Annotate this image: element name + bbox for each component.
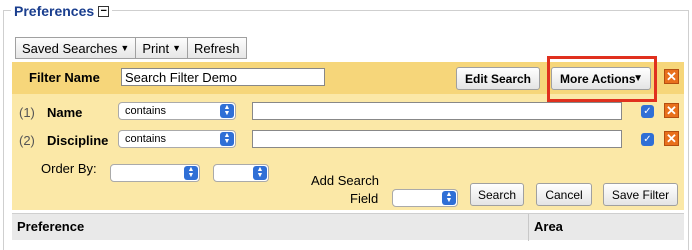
- search-button[interactable]: Search: [470, 183, 524, 206]
- operator-value: contains: [125, 105, 166, 117]
- enabled-checkbox[interactable]: ✓: [641, 105, 654, 118]
- dropdown-arrow-icon: ▼: [172, 43, 181, 53]
- operator-select[interactable]: contains ▲ ▼: [118, 130, 236, 148]
- select-arrows-icon: ▲ ▼: [220, 104, 234, 118]
- column-header-area[interactable]: Area: [534, 219, 563, 234]
- saved-searches-button[interactable]: Saved Searches ▼: [15, 37, 137, 59]
- column-header-preference[interactable]: Preference: [17, 219, 84, 234]
- enabled-checkbox[interactable]: ✓: [641, 133, 654, 146]
- refresh-label: Refresh: [193, 40, 240, 56]
- print-label: Print: [142, 40, 170, 56]
- row-number: (1): [19, 105, 35, 120]
- row-number: (2): [19, 133, 35, 148]
- cancel-button[interactable]: Cancel: [536, 183, 592, 206]
- select-arrows-icon: ▲ ▼: [253, 166, 267, 180]
- print-button[interactable]: Print ▼: [135, 37, 188, 59]
- order-field-select[interactable]: ▲ ▼: [110, 164, 200, 182]
- collapse-icon[interactable]: −: [98, 5, 110, 17]
- dropdown-arrow-icon: ▼: [120, 43, 130, 53]
- filter-name-input[interactable]: [121, 68, 325, 86]
- preferences-legend: Preferences −: [11, 2, 113, 20]
- select-arrows-icon: ▲ ▼: [184, 166, 198, 180]
- filter-name-label: Filter Name: [29, 70, 100, 85]
- select-arrows-icon: ▲ ▼: [442, 191, 456, 205]
- toolbar: Saved Searches ▼ Print ▼ Refresh: [15, 37, 247, 61]
- column-divider: [528, 214, 529, 241]
- order-direction-select[interactable]: ▲ ▼: [213, 164, 269, 182]
- add-search-field-label-1: Add Search: [311, 173, 379, 188]
- remove-row-icon[interactable]: ✕: [664, 131, 679, 146]
- add-search-field-select[interactable]: ▲ ▼: [392, 189, 458, 207]
- remove-row-icon[interactable]: ✕: [664, 103, 679, 118]
- table-header: Preference Area: [12, 213, 684, 241]
- select-arrows-icon: ▲ ▼: [220, 132, 234, 146]
- row-label: Discipline: [47, 133, 109, 148]
- criteria-input[interactable]: [252, 102, 622, 120]
- refresh-button[interactable]: Refresh: [186, 37, 247, 59]
- saved-searches-label: Saved Searches: [22, 40, 118, 56]
- order-by-label: Order By:: [41, 161, 97, 176]
- add-search-field-label-2: Field: [350, 191, 379, 206]
- section-title: Preferences: [14, 3, 95, 19]
- criteria-input[interactable]: [252, 130, 622, 148]
- row-label: Name: [47, 105, 83, 120]
- operator-value: contains: [125, 133, 166, 145]
- operator-select[interactable]: contains ▲ ▼: [118, 102, 236, 120]
- edit-search-button[interactable]: Edit Search: [456, 67, 540, 90]
- more-actions-highlight: [547, 56, 657, 102]
- save-filter-button[interactable]: Save Filter: [603, 183, 678, 206]
- remove-filter-icon[interactable]: ✕: [664, 69, 679, 84]
